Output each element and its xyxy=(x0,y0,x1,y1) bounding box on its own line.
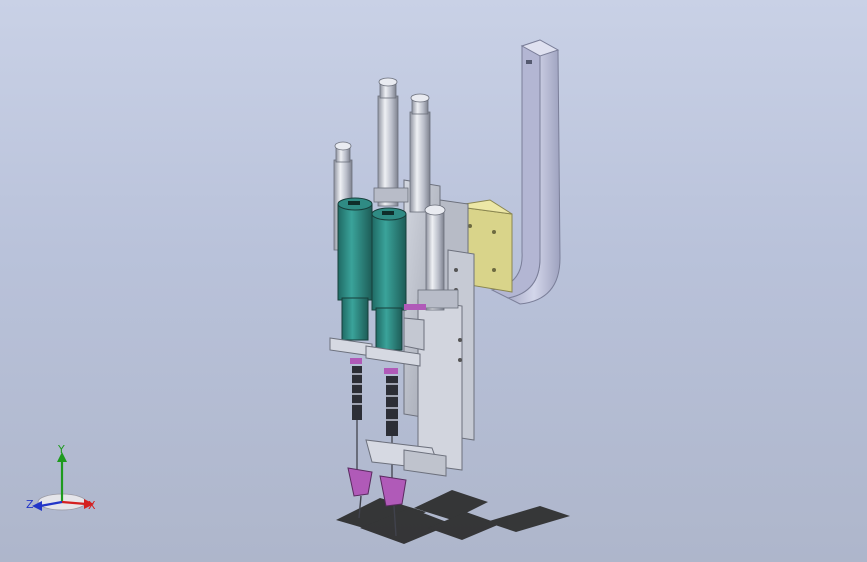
teal-cylinder-left[interactable] xyxy=(337,197,373,341)
teal-cylinder-right[interactable] xyxy=(371,207,407,351)
ground-shadow xyxy=(336,490,570,544)
graphics-viewport[interactable]: Y X Z xyxy=(0,0,867,562)
spring-assemblies[interactable] xyxy=(350,358,398,484)
triad-x-label: X xyxy=(88,499,96,512)
triad-z-label: Z xyxy=(26,498,34,511)
view-triad: Y X Z xyxy=(22,442,106,518)
triad-y-label: Y xyxy=(58,443,65,456)
cad-model[interactable] xyxy=(0,0,867,562)
